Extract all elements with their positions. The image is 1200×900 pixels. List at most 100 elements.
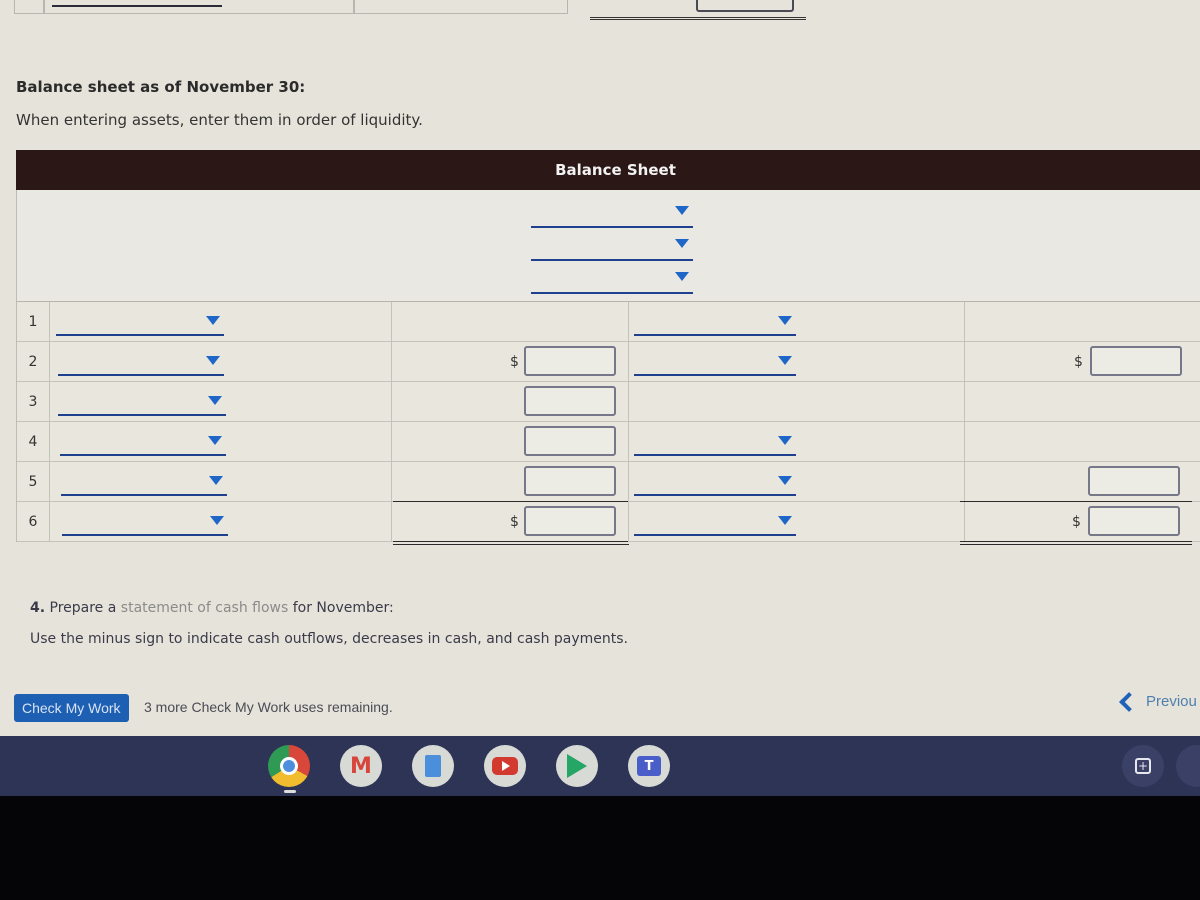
- select-underline: [60, 454, 226, 456]
- chevron-down-icon: [208, 436, 222, 445]
- total-double-rule: [960, 541, 1192, 545]
- asset-amount-input[interactable]: [524, 426, 616, 456]
- chevron-down-icon: [778, 476, 792, 485]
- status-tray-icon[interactable]: [1176, 745, 1200, 787]
- dollar-sign: $: [510, 514, 519, 530]
- equity-account-select[interactable]: [634, 468, 796, 496]
- teams-icon[interactable]: T: [628, 745, 670, 787]
- select-underline: [58, 414, 226, 416]
- column-divider: [964, 342, 965, 382]
- column-divider: [964, 302, 965, 342]
- remnant-cell: [14, 0, 44, 14]
- add-window-icon: +: [1135, 758, 1151, 774]
- select-underline: [62, 534, 228, 536]
- check-uses-remaining: 3 more Check My Work uses remaining.: [144, 699, 393, 715]
- column-divider: [391, 302, 392, 342]
- row-number: 6: [16, 502, 50, 542]
- liability-account-select[interactable]: [634, 308, 796, 336]
- column-divider: [391, 462, 392, 502]
- column-divider: [964, 422, 965, 462]
- asset-account-select[interactable]: [58, 388, 226, 416]
- asset-account-select[interactable]: [60, 428, 226, 456]
- asset-account-select[interactable]: [61, 468, 227, 496]
- liability-amount-input[interactable]: [1090, 346, 1182, 376]
- column-divider: [391, 422, 392, 462]
- statement-name-select[interactable]: [531, 231, 693, 261]
- youtube-logo: [492, 757, 518, 775]
- screenshot-tray-icon[interactable]: +: [1122, 745, 1164, 787]
- select-underline: [531, 259, 693, 261]
- previous-table-remnant: [0, 0, 806, 20]
- teams-logo: T: [637, 756, 661, 776]
- row-number: 3: [16, 382, 50, 422]
- remnant-cell: [354, 0, 568, 14]
- remnant-select-underline[interactable]: [52, 5, 222, 7]
- dollar-sign: $: [1072, 514, 1081, 530]
- asset-amount-input[interactable]: [524, 346, 616, 376]
- play-store-icon[interactable]: [556, 745, 598, 787]
- previous-button[interactable]: Previou: [1116, 691, 1197, 712]
- table-row: 5: [16, 462, 1200, 502]
- dollar-sign: $: [510, 354, 519, 370]
- statement-of-cash-flows-link[interactable]: statement of cash flows: [121, 600, 289, 616]
- column-divider: [628, 382, 629, 422]
- select-underline: [531, 292, 693, 294]
- youtube-icon[interactable]: [484, 745, 526, 787]
- equity-account-select[interactable]: [634, 428, 796, 456]
- section-note: When entering assets, enter them in orde…: [16, 111, 423, 129]
- row-number: 2: [16, 342, 50, 382]
- chrome-icon[interactable]: [268, 745, 310, 787]
- previous-label: Previou: [1146, 693, 1197, 710]
- column-divider: [391, 382, 392, 422]
- table-row: 6 $ $: [16, 502, 1200, 545]
- table-row: 1: [16, 302, 1200, 342]
- asset-amount-input[interactable]: [524, 466, 616, 496]
- select-underline: [634, 494, 796, 496]
- chevron-down-icon: [210, 516, 224, 525]
- asset-amount-input[interactable]: [524, 386, 616, 416]
- check-my-work-button[interactable]: Check My Work: [14, 694, 129, 722]
- chevron-down-icon: [778, 356, 792, 365]
- total-assets-input[interactable]: [524, 506, 616, 536]
- asset-account-select[interactable]: [56, 308, 224, 336]
- column-divider: [391, 342, 392, 382]
- select-underline: [61, 494, 227, 496]
- statement-date-select[interactable]: [531, 264, 693, 294]
- screen-bezel: [0, 796, 1200, 900]
- equity-amount-input[interactable]: [1088, 466, 1180, 496]
- active-app-indicator: [284, 790, 296, 793]
- play-store-logo: [567, 754, 587, 778]
- docs-icon[interactable]: [412, 745, 454, 787]
- question-number: 4.: [30, 600, 46, 616]
- total-assets-select[interactable]: [62, 508, 228, 536]
- gmail-icon[interactable]: M: [340, 745, 382, 787]
- select-underline: [634, 454, 796, 456]
- column-divider: [628, 502, 629, 542]
- total-liabilities-equity-select[interactable]: [634, 508, 796, 536]
- question-4-note: Use the minus sign to indicate cash outf…: [30, 631, 629, 647]
- chrome-logo: [280, 757, 298, 775]
- company-name-select[interactable]: [531, 198, 693, 228]
- chevron-down-icon: [778, 316, 792, 325]
- row-number: 5: [16, 462, 50, 502]
- docs-logo: [425, 755, 441, 777]
- section-title: Balance sheet as of November 30:: [16, 78, 306, 96]
- chevron-down-icon: [675, 239, 689, 248]
- remnant-amount-input[interactable]: [696, 0, 794, 12]
- question-4-prompt: 4. Prepare a statement of cash flows for…: [30, 600, 394, 616]
- liability-account-select[interactable]: [634, 348, 796, 376]
- select-underline: [634, 534, 796, 536]
- table-row: 2 $ $: [16, 342, 1200, 382]
- column-divider: [964, 502, 965, 542]
- chevron-down-icon: [208, 396, 222, 405]
- chevron-down-icon: [778, 436, 792, 445]
- select-underline: [634, 334, 796, 336]
- total-liabilities-equity-input[interactable]: [1088, 506, 1180, 536]
- table-row: 4: [16, 422, 1200, 462]
- column-divider: [391, 502, 392, 542]
- balance-sheet-header: Balance Sheet: [16, 150, 1200, 190]
- question-prefix: Prepare a: [45, 600, 121, 616]
- table-row: 3: [16, 382, 1200, 422]
- select-underline: [58, 374, 224, 376]
- asset-account-select[interactable]: [58, 348, 224, 376]
